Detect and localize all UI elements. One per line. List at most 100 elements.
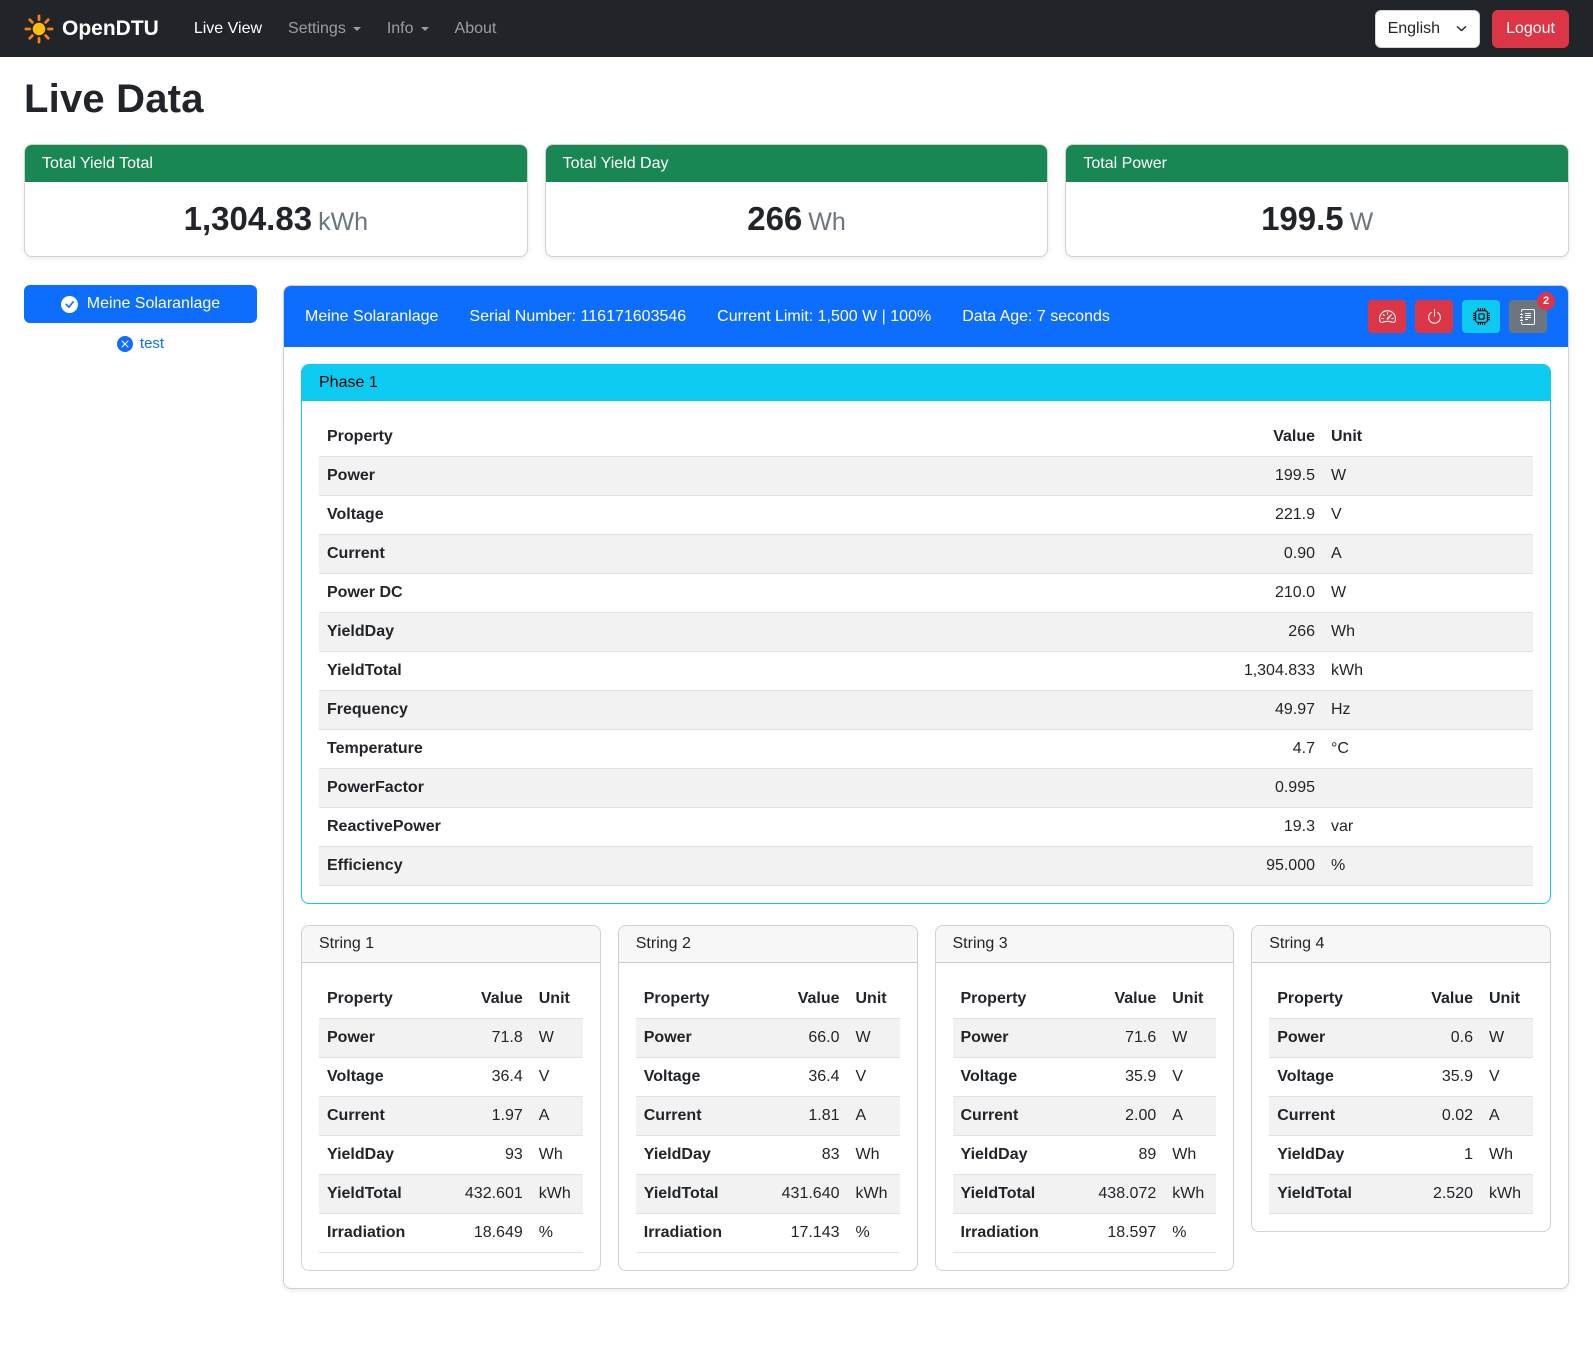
language-select-value: English: [1388, 20, 1440, 38]
caret-down-icon: [421, 27, 429, 31]
navbar: OpenDTU Live View Settings Info About En…: [0, 0, 1593, 57]
journal-icon: [1520, 309, 1536, 325]
table-row: YieldTotal438.072kWh: [953, 1175, 1217, 1214]
table-row: Efficiency95.000%: [319, 847, 1533, 886]
check-circle-icon: [61, 296, 78, 313]
inverter-card-body: Phase 1 Property Value Unit Power199.5WV…: [284, 347, 1568, 1288]
nav-item-about[interactable]: About: [442, 12, 510, 46]
page-container: Live Data Total Yield Total 1,304.83kWh …: [0, 57, 1593, 1313]
phase-card: Phase 1 Property Value Unit Power199.5WV…: [301, 364, 1551, 904]
nav-item-live-view[interactable]: Live View: [181, 12, 275, 46]
summary-card-value: 266: [747, 200, 802, 237]
chevron-down-icon: [1456, 23, 1467, 34]
table-row: Voltage35.9V: [1269, 1058, 1533, 1097]
summary-cards-row: Total Yield Total 1,304.83kWh Total Yiel…: [24, 144, 1569, 257]
header-unit: Unit: [1481, 980, 1533, 1019]
inverter-list: Meine Solaranlage test: [24, 285, 257, 352]
header-property: Property: [953, 980, 1091, 1019]
table-header-row: Property Value Unit: [636, 980, 900, 1019]
table-row: YieldTotal432.601kWh: [319, 1175, 583, 1214]
language-select[interactable]: English: [1375, 10, 1480, 48]
device-info-button[interactable]: [1462, 300, 1500, 333]
string-card-2: String 2 Property Value Unit: [618, 925, 918, 1271]
table-row: Current0.90A: [319, 535, 1533, 574]
inverter-data-age: Data Age: 7 seconds: [962, 308, 1110, 326]
header-property: Property: [319, 980, 457, 1019]
table-row: Current1.81A: [636, 1097, 900, 1136]
summary-card-body: 199.5W: [1066, 182, 1568, 256]
inverter-card: Meine Solaranlage Serial Number: 1161716…: [283, 285, 1569, 1289]
power-button[interactable]: [1415, 300, 1453, 333]
string-4-table: Property Value Unit Power0.6WVoltage35.9…: [1269, 980, 1533, 1214]
nav-item-settings[interactable]: Settings: [275, 12, 374, 46]
header-value: Value: [457, 980, 531, 1019]
header-value: Value: [774, 980, 848, 1019]
summary-card-unit: kWh: [318, 208, 368, 236]
string-3-table: Property Value Unit Power71.6WVoltage35.…: [953, 980, 1217, 1253]
table-row: Irradiation18.649%: [319, 1214, 583, 1253]
nav-item-info[interactable]: Info: [374, 12, 442, 46]
summary-card-value: 199.5: [1261, 200, 1344, 237]
strings-row: String 1 Property Value Unit: [301, 925, 1551, 1271]
inverter-select-button[interactable]: Meine Solaranlage: [24, 285, 257, 323]
string-title: String 2: [619, 926, 917, 963]
summary-card-body: 266Wh: [546, 182, 1048, 256]
string-title: String 4: [1252, 926, 1550, 963]
string-card-4: String 4 Property Value Unit: [1251, 925, 1551, 1232]
string-title: String 1: [302, 926, 600, 963]
table-row: Current0.02A: [1269, 1097, 1533, 1136]
brand[interactable]: OpenDTU: [24, 14, 159, 44]
string-card-1: String 1 Property Value Unit: [301, 925, 601, 1271]
table-row: Power71.6W: [953, 1019, 1217, 1058]
table-header-row: Property Value Unit: [953, 980, 1217, 1019]
table-row: Current1.97A: [319, 1097, 583, 1136]
summary-card-total-yield-total: Total Yield Total 1,304.83kWh: [24, 144, 528, 257]
table-header-row: Property Value Unit: [319, 418, 1533, 457]
header-value: Value: [1423, 980, 1481, 1019]
nav-item-settings-label: Settings: [288, 20, 346, 38]
table-row: Power0.6W: [1269, 1019, 1533, 1058]
string-title: String 3: [936, 926, 1234, 963]
phase-title: Phase 1: [302, 365, 1550, 401]
phase-table: Property Value Unit Power199.5WVoltage22…: [319, 418, 1533, 886]
table-row: Power71.8W: [319, 1019, 583, 1058]
table-row: Irradiation17.143%: [636, 1214, 900, 1253]
table-header-row: Property Value Unit: [319, 980, 583, 1019]
table-row: Voltage221.9V: [319, 496, 1533, 535]
inverter-action-buttons: 2: [1368, 300, 1547, 333]
header-value: Value: [1090, 980, 1164, 1019]
table-row: YieldTotal2.520kWh: [1269, 1175, 1533, 1214]
page-title: Live Data: [24, 77, 1569, 122]
table-row: YieldDay266Wh: [319, 613, 1533, 652]
table-row: YieldDay1Wh: [1269, 1136, 1533, 1175]
table-row: ReactivePower19.3var: [319, 808, 1533, 847]
header-unit: Unit: [1323, 418, 1533, 457]
header-unit: Unit: [848, 980, 900, 1019]
table-row: Frequency49.97Hz: [319, 691, 1533, 730]
header-value: Value: [1236, 418, 1323, 457]
logout-button[interactable]: Logout: [1492, 10, 1569, 48]
table-row: Irradiation18.597%: [953, 1214, 1217, 1253]
event-log-button[interactable]: 2: [1509, 300, 1547, 333]
table-row: PowerFactor0.995: [319, 769, 1533, 808]
inverter-item-test-label: test: [140, 335, 164, 352]
summary-card-title: Total Yield Day: [546, 145, 1048, 182]
table-row: YieldDay83Wh: [636, 1136, 900, 1175]
header-property: Property: [1269, 980, 1423, 1019]
table-row: YieldTotal431.640kWh: [636, 1175, 900, 1214]
x-circle-icon: [117, 336, 133, 352]
limit-settings-button[interactable]: [1368, 300, 1406, 333]
string-1-table: Property Value Unit Power71.8WVoltage36.…: [319, 980, 583, 1253]
string-2-table: Property Value Unit Power66.0WVoltage36.…: [636, 980, 900, 1253]
table-row: Voltage35.9V: [953, 1058, 1217, 1097]
inverter-name: Meine Solaranlage: [305, 308, 438, 326]
inverter-serial: Serial Number: 116171603546: [469, 308, 686, 326]
table-row: Power DC210.0W: [319, 574, 1533, 613]
cpu-icon: [1473, 308, 1490, 325]
summary-card-unit: Wh: [808, 208, 846, 236]
inverter-item-test[interactable]: test: [24, 335, 257, 352]
table-row: Power199.5W: [319, 457, 1533, 496]
header-property: Property: [319, 418, 1236, 457]
table-row: Voltage36.4V: [636, 1058, 900, 1097]
gauge-icon: [1379, 308, 1396, 325]
